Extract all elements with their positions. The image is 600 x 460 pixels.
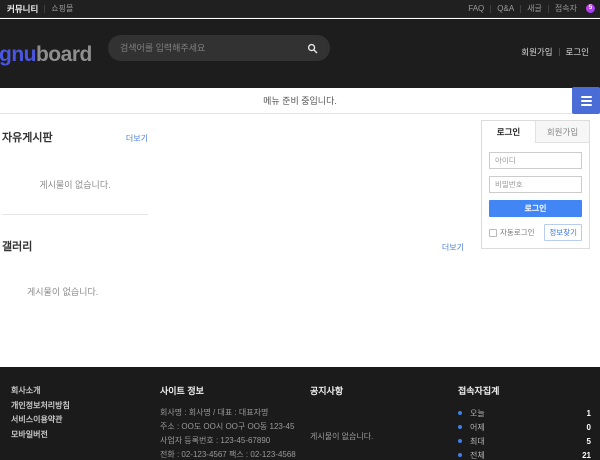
menu-placeholder-text: 메뉴 준비 중입니다. <box>263 96 337 106</box>
search-icon <box>307 43 318 54</box>
site-info-line: 주소 : OO도 OO시 OO구 OO동 123-45 <box>160 420 296 434</box>
topbar-link-new-posts[interactable]: 새글 <box>521 0 548 18</box>
footer-notice-column: 공지사항 게시물이 없습니다. <box>310 367 373 442</box>
login-box-tabs: 로그인 회원가입 <box>482 121 589 143</box>
notice-heading: 공지사항 <box>310 384 373 397</box>
login-link[interactable]: 로그인 <box>560 46 595 58</box>
gallery-header: 갤러리 더보기 <box>2 238 464 254</box>
site-info-heading: 사이트 정보 <box>160 384 296 397</box>
topbar-link-shop[interactable]: 쇼핑몰 <box>45 0 79 18</box>
notice-empty-message: 게시물이 없습니다. <box>310 431 373 442</box>
stat-value: 1 <box>587 409 591 418</box>
site-info-line: 회사명 : 회사명 / 대표 : 대표자명 <box>160 406 296 420</box>
footer-link-company[interactable]: 회사소개 <box>11 384 70 399</box>
bullet-dot-icon <box>458 453 462 457</box>
stat-label: 어제 <box>470 422 587 433</box>
member-links: 회원가입 로그인 <box>515 46 595 58</box>
login-box-body: 로그인 자동로그인 정보찾기 <box>482 143 589 248</box>
stat-row-max: 최대 5 <box>458 434 591 448</box>
stat-value: 21 <box>582 451 591 460</box>
logo-text-secondary: board <box>36 43 92 66</box>
page: 커뮤니티 쇼핑몰 FAQ Q&A 새글 접속자 5 gnuboard <box>0 0 600 460</box>
top-utility-bar: 커뮤니티 쇼핑몰 FAQ Q&A 새글 접속자 5 <box>0 0 600 18</box>
stat-label: 최대 <box>470 436 587 447</box>
topbar-left-links: 커뮤니티 쇼핑몰 <box>5 0 79 18</box>
search-bar <box>108 35 330 61</box>
footer-link-privacy[interactable]: 개인정보처리방침 <box>11 399 70 414</box>
visitor-stats-heading: 접속자집계 <box>458 384 591 397</box>
stat-row-total: 전체 21 <box>458 448 591 460</box>
search-input[interactable] <box>120 43 305 53</box>
login-password-field[interactable] <box>489 176 582 193</box>
bullet-dot-icon <box>458 411 462 415</box>
main-menu-bar: 메뉴 준비 중입니다. <box>0 88 600 114</box>
login-id-field[interactable] <box>489 152 582 169</box>
free-board-more-link[interactable]: 더보기 <box>126 133 148 144</box>
topbar-link-qna[interactable]: Q&A <box>491 0 520 18</box>
topbar-link-community[interactable]: 커뮤니티 <box>5 0 44 18</box>
stat-row-yesterday: 어제 0 <box>458 420 591 434</box>
header: gnuboard 회원가입 로그인 <box>0 19 600 88</box>
login-submit-button[interactable]: 로그인 <box>489 200 582 217</box>
stat-row-today: 오늘 1 <box>458 406 591 420</box>
stat-value: 5 <box>587 437 591 446</box>
footer-link-mobile[interactable]: 모바일버전 <box>11 428 70 443</box>
search-button[interactable] <box>305 41 320 56</box>
login-box: 로그인 회원가입 로그인 자동로그인 정보찾기 <box>481 120 590 249</box>
login-options-row: 자동로그인 정보찾기 <box>489 224 582 241</box>
auto-login-checkbox[interactable] <box>489 229 497 237</box>
gallery-empty-message: 게시물이 없습니다. <box>27 285 464 298</box>
free-board-widget: 자유게시판 더보기 게시물이 없습니다. <box>2 124 148 215</box>
footer: 회사소개 개인정보처리방침 서비스이용약관 모바일버전 사이트 정보 회사명 :… <box>0 367 600 460</box>
site-logo[interactable]: gnuboard <box>0 43 92 67</box>
logo-text-primary: gnu <box>0 43 36 66</box>
footer-links-column: 회사소개 개인정보처리방침 서비스이용약관 모바일버전 <box>11 367 70 442</box>
stat-label: 전체 <box>470 450 582 460</box>
auto-login-option[interactable]: 자동로그인 <box>489 227 535 238</box>
find-info-button[interactable]: 정보찾기 <box>544 224 582 241</box>
site-info-line: 사업자 등록번호 : 123-45-67890 <box>160 434 296 448</box>
visitor-count-badge: 5 <box>586 4 595 13</box>
topbar-link-visitors[interactable]: 접속자 <box>549 0 583 18</box>
free-board-header: 자유게시판 더보기 <box>2 129 148 145</box>
footer-visitor-stats-column: 접속자집계 오늘 1 어제 0 최대 5 <box>458 367 591 460</box>
topbar-link-faq[interactable]: FAQ <box>462 0 490 18</box>
topbar-right-links: FAQ Q&A 새글 접속자 5 <box>462 0 595 18</box>
footer-site-info-column: 사이트 정보 회사명 : 회사명 / 대표 : 대표자명 주소 : OO도 OO… <box>160 367 296 460</box>
register-link[interactable]: 회원가입 <box>515 46 558 58</box>
bullet-dot-icon <box>458 425 462 429</box>
gallery-title: 갤러리 <box>2 238 32 254</box>
stat-label: 오늘 <box>470 408 587 419</box>
footer-link-terms[interactable]: 서비스이용약관 <box>11 413 70 428</box>
gallery-more-link[interactable]: 더보기 <box>442 242 464 253</box>
tab-login[interactable]: 로그인 <box>482 121 535 143</box>
hamburger-icon <box>581 96 592 106</box>
bullet-dot-icon <box>458 439 462 443</box>
menu-toggle-button[interactable] <box>572 87 600 114</box>
stat-value: 0 <box>587 423 591 432</box>
free-board-title: 자유게시판 <box>2 129 53 145</box>
auto-login-label: 자동로그인 <box>500 227 535 238</box>
gallery-widget: 갤러리 더보기 게시물이 없습니다. <box>2 233 464 298</box>
tab-register[interactable]: 회원가입 <box>535 121 589 143</box>
site-info-line: 전화 : 02-123-4567 팩스 : 02-123-4568 <box>160 448 296 460</box>
free-board-empty-message: 게시물이 없습니다. <box>2 178 148 191</box>
